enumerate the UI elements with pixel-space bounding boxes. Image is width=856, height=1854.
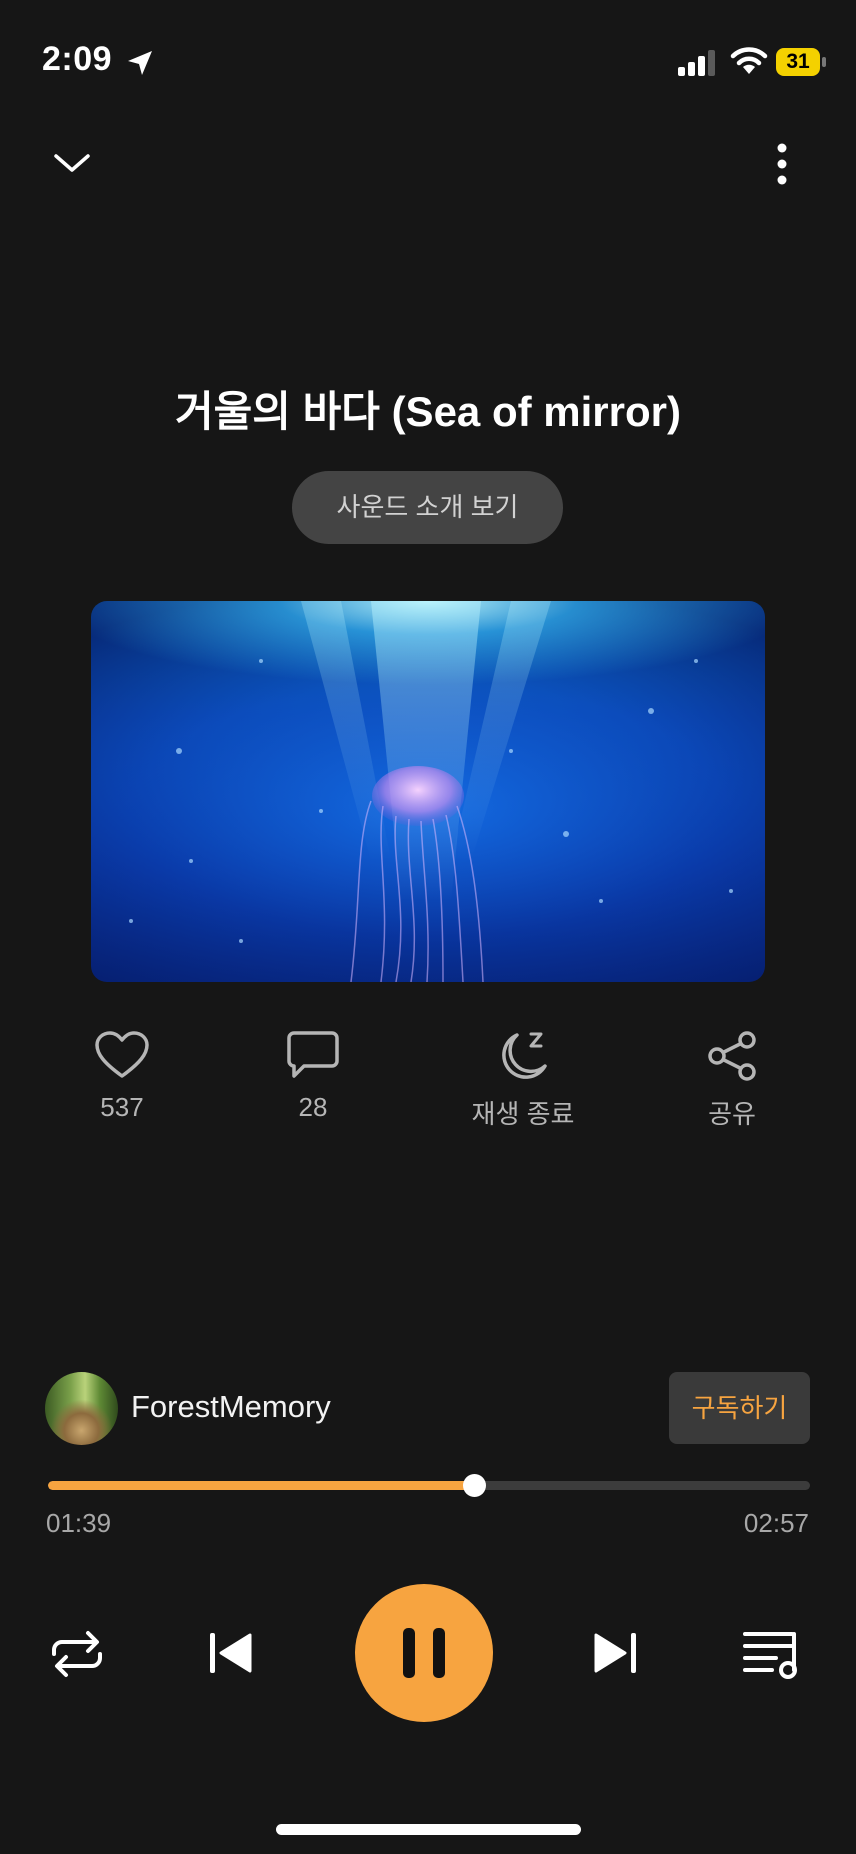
sleep-timer-label: 재생 종료: [471, 1099, 575, 1129]
pause-icon: [403, 1628, 445, 1678]
wifi-icon: [730, 47, 768, 74]
jellyfish-artwork-image: [129, 601, 733, 982]
home-indicator: [276, 1824, 581, 1835]
total-time: 02:57: [743, 1508, 809, 1538]
share-label: 공유: [708, 1099, 756, 1129]
status-time: 2:09: [42, 40, 113, 78]
skip-next-icon[interactable]: [590, 1630, 640, 1676]
view-sound-intro-button[interactable]: 사운드 소개 보기: [292, 471, 563, 544]
share-icon: [708, 1031, 756, 1081]
comment-icon: [287, 1031, 339, 1078]
like-count: 537: [100, 1092, 144, 1122]
skip-previous-icon[interactable]: [206, 1630, 256, 1676]
comment-action[interactable]: 28: [233, 1030, 393, 1123]
current-time: 01:39: [46, 1508, 112, 1538]
chevron-down-icon[interactable]: [50, 148, 94, 178]
channel-name[interactable]: ForestMemory: [131, 1389, 331, 1425]
heart-icon: [95, 1031, 149, 1078]
more-vertical-icon[interactable]: [770, 142, 794, 186]
progress-handle[interactable]: [462, 1474, 486, 1497]
track-artwork: [91, 601, 765, 982]
channel-avatar[interactable]: [45, 1372, 118, 1445]
sleep-timer-action[interactable]: 재생 종료: [443, 1030, 603, 1131]
like-action[interactable]: 537: [42, 1030, 202, 1123]
progress-bar[interactable]: [48, 1481, 810, 1490]
playlist-icon[interactable]: [742, 1628, 802, 1680]
share-action[interactable]: 공유: [652, 1030, 812, 1131]
repeat-icon[interactable]: [48, 1628, 106, 1680]
track-title: 거울의 바다 (Sea of mirror): [175, 388, 681, 435]
location-arrow-icon: [128, 51, 152, 75]
subscribe-button[interactable]: 구독하기: [669, 1372, 810, 1444]
pause-button[interactable]: [355, 1584, 493, 1722]
comment-count: 28: [298, 1092, 328, 1122]
progress-fill: [48, 1481, 474, 1490]
battery-level: 31: [776, 48, 820, 76]
cellular-signal-icon: [678, 50, 715, 76]
battery-cap: [822, 57, 826, 67]
moon-sleep-icon: [502, 1032, 547, 1079]
battery-indicator: 31: [776, 48, 828, 76]
